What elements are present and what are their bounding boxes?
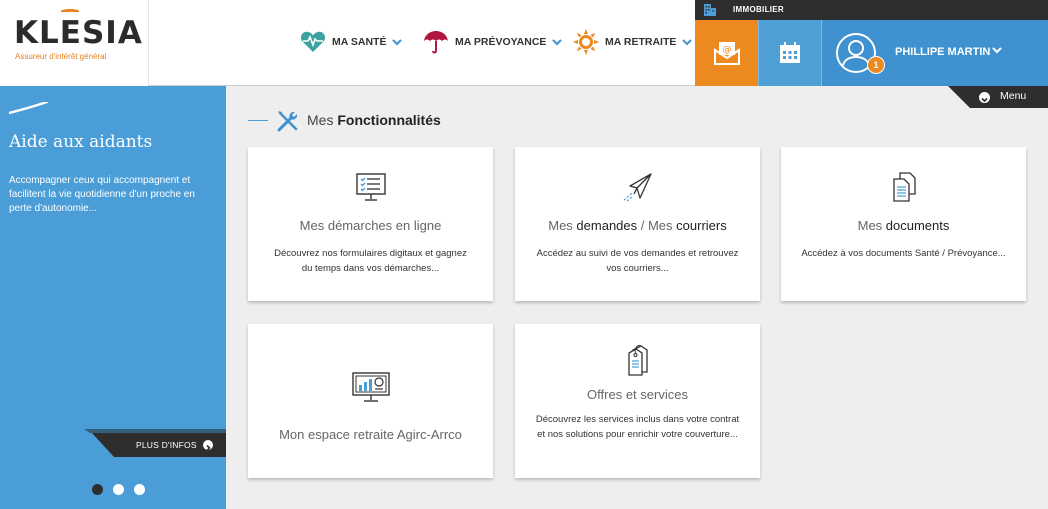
nav-ma-sante-label: MA SANTÉ [332,36,387,48]
nav-ma-prevoyance-label: MA PRÉVOYANCE [455,36,547,48]
calendar-icon [780,42,800,63]
section-line [248,120,268,121]
chevron-down-icon [682,38,693,45]
messages-button[interactable]: @ [695,20,758,86]
chevron-circle-icon [979,92,990,103]
carousel-dot[interactable] [92,484,103,495]
carousel-dot[interactable] [113,484,124,495]
card-title: Mes demandes / Mes courriers [548,218,727,233]
logo[interactable]: KLE SIA Assureur d'intérêt général [0,0,149,86]
building-icon [704,4,716,16]
swoosh-decoration [9,102,49,114]
more-info-label: PLUS D'INFOS [136,440,197,450]
card-description: Découvrez nos formulaires digitaux et ga… [274,248,467,274]
top-header: KLE SIA Assureur d'intérêt général MA SAN… [0,0,1048,86]
card-demandes-courriers[interactable]: Mes demandes / Mes courriers Accédez au … [515,147,760,301]
card-description: Accédez à vos documents Santé / Prévoyan… [801,248,1006,259]
carousel-dot[interactable] [134,484,145,495]
paper-plane-icon [623,173,652,202]
section-title-light: Mes [307,112,338,128]
chevron-down-icon [552,38,563,45]
immobilier-link[interactable]: IMMOBILIER [695,0,1048,20]
more-info-shadow [84,429,226,433]
logo-tagline: Assureur d'intérêt général [15,52,107,61]
card-description: Découvrez les services inclus dans votre… [535,414,740,440]
documents-icon [892,172,916,202]
card-title: Mon espace retraite Agirc-Arrco [279,427,462,442]
card-documents[interactable]: Mes documents Accédez à vos documents Sa… [781,147,1026,301]
card-description: Accédez au suivi de vos demandes et retr… [536,248,739,274]
monitor-chart-icon [351,372,390,402]
card-title: Mes démarches en ligne [299,218,442,233]
section-title: Mes Fonctionnalités [307,112,441,128]
more-info-button[interactable]: PLUS D'INFOS [92,433,226,457]
chevron-right-circle-icon [203,440,213,452]
promo-title: Aide aux aidants [9,132,153,152]
nav-ma-prevoyance[interactable]: MA PRÉVOYANCE [423,30,568,54]
user-name: PHILLIPE MARTIN [895,46,991,58]
mail-at-icon: @ [713,42,740,65]
carousel-dots [92,484,145,495]
tools-icon [277,111,298,132]
svg-text:@: @ [722,45,731,55]
immobilier-label: IMMOBILIER [733,5,784,14]
card-demarches-en-ligne[interactable]: Mes démarches en ligne Découvrez nos for… [248,147,493,301]
logo-wordmark: KLE SIA [14,9,143,49]
card-espace-retraite[interactable]: Mon espace retraite Agirc-Arrco [248,324,493,478]
chevron-down-icon [992,47,1002,54]
section-title-bold: Fonctionnalités [337,112,441,128]
price-tags-icon [627,345,648,376]
nav-ma-sante[interactable]: MA SANTÉ [300,30,408,54]
notification-badge: 1 [867,56,885,74]
nav-ma-retraite-label: MA RETRAITE [605,36,677,48]
user-menu[interactable]: 1 PHILLIPE MARTIN [821,20,1048,86]
calendar-button[interactable] [758,20,821,86]
menu-label: Menu [1000,90,1027,102]
sun-icon [573,29,599,55]
card-title: Mes documents [857,218,950,233]
monitor-checklist-icon [355,173,386,201]
chevron-down-icon [392,38,403,45]
promo-text: Accompagner ceux qui accompagnent et fac… [9,175,195,214]
promo-carousel: Aide aux aidants Accompagner ceux qui ac… [0,86,226,509]
heart-pulse-icon [300,31,326,52]
menu-toggle[interactable]: Menu [948,86,1048,108]
nav-ma-retraite[interactable]: MA RETRAITE [573,29,698,55]
card-offres-services[interactable]: Offres et services Découvrez les service… [515,324,760,478]
umbrella-icon [424,31,448,54]
card-title: Offres et services [587,387,688,402]
